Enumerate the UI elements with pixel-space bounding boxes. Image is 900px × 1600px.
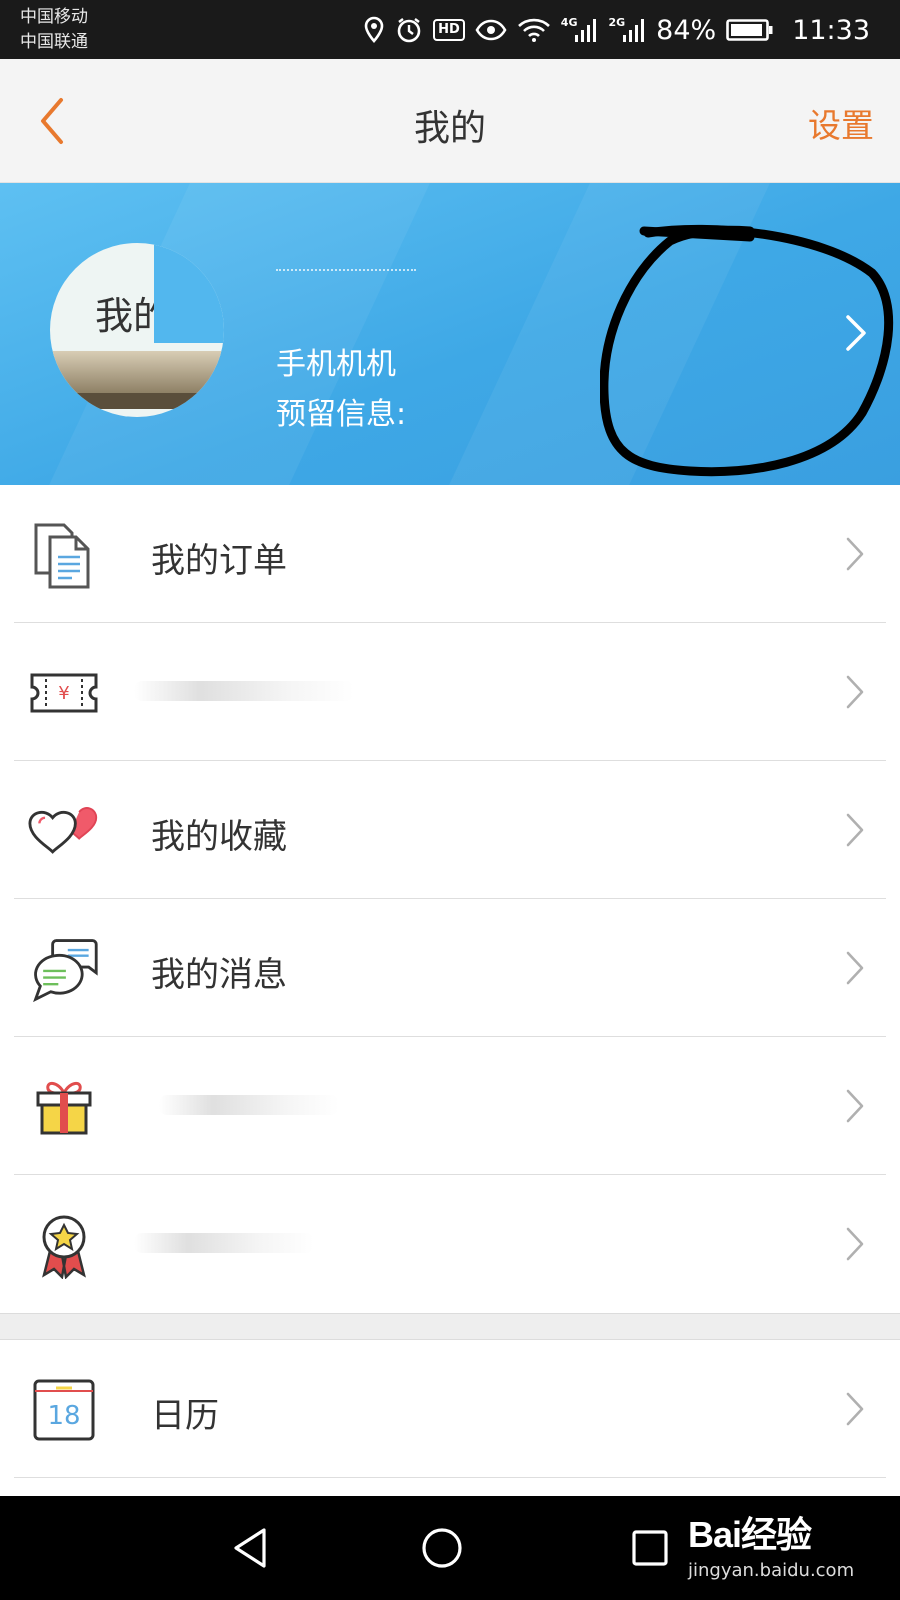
page-title: 我的 [413,108,486,149]
menu-list: 我的订单 ¥ 我的收藏 我的消息 [0,485,900,1313]
list-item[interactable]: 18 日历 [14,1340,886,1478]
calendar-day: 18 [47,1401,80,1431]
menu-label-favorites: 我的收藏 [151,817,287,857]
signal-icon: 4G [560,15,599,43]
settings-button[interactable]: 设置 [808,99,874,147]
medal-icon [28,1209,100,1281]
alarm-icon [395,16,423,44]
chevron-right-icon [840,534,870,574]
nav-home-button[interactable] [414,1522,470,1574]
watermark-url: jingyan.baidu.com [688,1560,855,1581]
calendar-icon: 18 [28,1374,100,1446]
battery-icon [726,18,774,42]
circle-home-icon [422,1528,462,1568]
banner-decoration [431,183,789,485]
avatar[interactable]: 我的 [50,243,224,417]
chevron-right-icon [840,948,870,988]
chat-icon [28,933,100,1005]
status-bar: 中国移动 中国联通 HD 4G 2G 84% 11:33 [0,0,900,59]
secondary-menu-list: 18 日历 [0,1340,900,1496]
eye-icon [475,19,507,41]
wifi-icon [517,17,551,43]
location-icon [363,16,385,44]
list-item[interactable]: 我的消息 [14,899,886,1037]
baidu-jingyan-watermark: Bai经验 jingyan.baidu.com [688,1506,854,1581]
battery-percent: 84% [656,14,717,46]
redacted-label [134,1233,314,1253]
avatar-redaction [154,243,224,343]
profile-card[interactable]: 我的 手机机机 预留信息: [0,183,900,485]
menu-label-messages: 我的消息 [151,955,287,995]
signal-2-icon: 2G [608,15,646,43]
list-item[interactable]: ¥ [14,623,886,761]
status-icons: HD 4G 2G 84% 11:33 [363,12,870,48]
list-item[interactable]: 我的订单 [14,485,886,623]
hearts-icon [28,795,100,867]
redacted-label [159,1095,339,1115]
profile-phone: 手机机机 [276,347,396,382]
system-nav-bar: Bai经验 jingyan.baidu.com [0,1496,900,1600]
avatar-book-cover [50,393,224,409]
hd-icon: HD [433,19,465,41]
carrier-secondary: 中国联通 [20,32,88,52]
gift-icon [28,1071,100,1143]
app-header: 我的 设置 [0,59,900,183]
list-item[interactable] [14,1175,886,1313]
ticket-icon: ¥ [28,657,100,729]
nav-back-button[interactable] [222,1522,278,1574]
svg-text:¥: ¥ [58,683,69,704]
network-type-1: 4G [560,15,578,29]
carrier-primary: 中国移动 [20,7,88,27]
avatar-book-pages [50,351,224,395]
chevron-right-icon [840,1086,870,1126]
document-icon [28,519,100,591]
section-divider [0,1313,900,1340]
triangle-back-icon [234,1528,266,1568]
profile-chevron-icon[interactable] [836,303,876,363]
menu-label-orders: 我的订单 [151,541,287,581]
chevron-right-icon [840,672,870,712]
chevron-right-icon [840,1224,870,1264]
square-recents-icon [632,1530,668,1566]
list-item[interactable]: 我的收藏 [14,761,886,899]
chevron-right-icon [840,810,870,850]
redacted-label [134,681,354,701]
profile-reserved-info: 预留信息: [276,397,407,432]
clock: 11:33 [792,14,870,46]
nav-recents-button[interactable] [622,1522,678,1574]
watermark-logo: Bai经验 [688,1514,812,1555]
network-type-2: 2G [608,15,626,29]
menu-label-calendar: 日历 [151,1396,219,1436]
list-item[interactable] [14,1037,886,1175]
carrier-labels: 中国移动 中国联通 [20,5,88,55]
chevron-right-icon [840,1389,870,1429]
profile-name-redacted [276,269,416,277]
